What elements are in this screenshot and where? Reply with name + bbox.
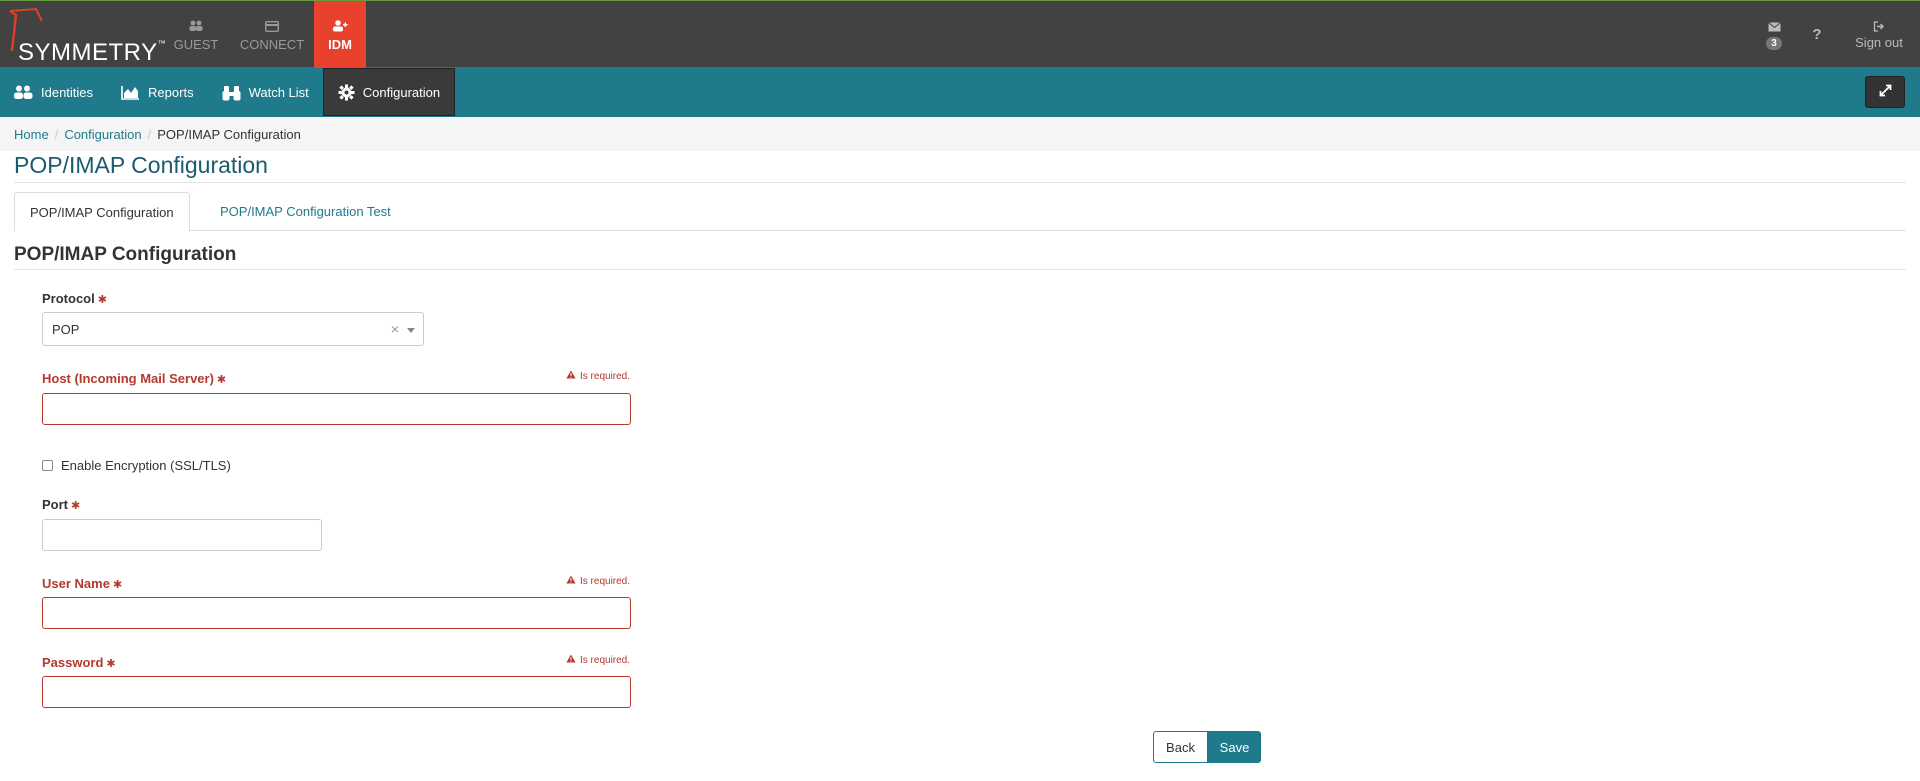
port-label: Port ✱ [42, 497, 81, 512]
section-title: POP/IMAP Configuration [14, 244, 237, 265]
tab-pop-imap-configuration-test[interactable]: POP/IMAP Configuration Test [205, 192, 406, 231]
encryption-option[interactable]: Enable Encryption (SSL/TLS) [42, 458, 231, 473]
top-right-menu: 3 ? Sign out [1752, 1, 1920, 68]
topnav-connect-label: CONNECT [239, 37, 305, 52]
protocol-selected-value: POP [52, 321, 80, 337]
warning-icon [566, 575, 576, 587]
host-error: Is required. [566, 370, 630, 382]
breadcrumb-separator: / [54, 126, 59, 142]
divider [14, 269, 1906, 270]
expand-icon [1879, 84, 1892, 100]
username-error: Is required. [566, 575, 630, 587]
breadcrumb-configuration[interactable]: Configuration [64, 127, 141, 142]
required-icon: ✱ [216, 374, 227, 386]
nav-configuration-label: Configuration [362, 84, 441, 100]
divider [14, 182, 1906, 183]
required-icon: ✱ [112, 579, 123, 591]
users-icon [189, 17, 203, 35]
port-input[interactable] [42, 519, 322, 551]
fullscreen-button[interactable] [1865, 76, 1905, 108]
nav-reports[interactable]: Reports [107, 68, 208, 117]
breadcrumb-current: POP/IMAP Configuration [157, 126, 301, 142]
tab-bar: POP/IMAP Configuration POP/IMAP Configur… [14, 192, 1906, 232]
required-icon: ✱ [106, 658, 116, 670]
required-icon: ✱ [71, 500, 81, 512]
top-nav: GUEST CONNECT IDM [162, 1, 366, 68]
protocol-select[interactable]: POP × [42, 312, 424, 346]
envelope-icon [1767, 20, 1781, 35]
required-icon: ✱ [97, 294, 107, 306]
messages-count-badge: 3 [1766, 36, 1782, 50]
encryption-checkbox[interactable] [42, 460, 53, 471]
topnav-guest-label: GUEST [173, 37, 219, 52]
username-input[interactable] [42, 597, 631, 629]
topnav-idm-label: IDM [328, 37, 352, 52]
warning-icon [566, 370, 576, 382]
back-button[interactable]: Back [1153, 731, 1208, 763]
password-error: Is required. [566, 654, 630, 666]
topnav-guest[interactable]: GUEST [162, 1, 230, 68]
symmetry-logo[interactable]: SYMMETRY™ [6, 5, 166, 66]
topnav-idm[interactable]: IDM [314, 1, 366, 68]
secondary-nav: Identities Reports Watch List Configurat… [0, 68, 1920, 117]
nav-identities-label: Identities [41, 85, 94, 100]
nav-identities[interactable]: Identities [0, 68, 107, 117]
encryption-label: Enable Encryption (SSL/TLS) [61, 458, 231, 473]
tab-pop-imap-configuration[interactable]: POP/IMAP Configuration [14, 192, 190, 232]
save-button[interactable]: Save [1208, 731, 1261, 763]
password-input[interactable] [42, 676, 631, 708]
nav-configuration[interactable]: Configuration [322, 68, 456, 116]
binoculars-icon [222, 85, 241, 101]
topnav-connect[interactable]: CONNECT [230, 1, 314, 68]
page-title: POP/IMAP Configuration [14, 152, 268, 178]
messages-button[interactable]: 3 [1752, 1, 1796, 68]
host-label: Host (Incoming Mail Server) ✱ [42, 371, 227, 386]
clear-icon[interactable]: × [391, 321, 399, 337]
protocol-label: Protocol ✱ [42, 291, 107, 306]
top-bar: SYMMETRY™ GUEST CONNECT IDM 3 ? Sign out [0, 0, 1920, 68]
area-chart-icon [121, 85, 140, 100]
help-icon: ? [1812, 26, 1822, 43]
breadcrumb: Home / Configuration / POP/IMAP Configur… [0, 117, 1920, 151]
host-input[interactable] [42, 393, 631, 425]
signout-button[interactable]: Sign out [1838, 1, 1920, 68]
nav-reports-label: Reports [148, 85, 194, 100]
nav-watch-list[interactable]: Watch List [208, 68, 323, 117]
breadcrumb-separator: / [147, 126, 152, 142]
users-icon [14, 85, 33, 100]
form-actions: Back Save [1153, 731, 1261, 763]
username-label: User Name ✱ [42, 576, 123, 591]
password-label: Password ✱ [42, 655, 116, 670]
breadcrumb-home[interactable]: Home [14, 127, 49, 142]
chevron-down-icon[interactable] [407, 328, 415, 333]
gear-icon [338, 84, 355, 101]
warning-icon [566, 654, 576, 666]
signout-icon [1873, 20, 1885, 35]
nav-watch-list-label: Watch List [248, 85, 309, 100]
signout-label: Sign out [1855, 34, 1903, 50]
card-icon [265, 17, 279, 35]
user-plus-icon [332, 17, 348, 35]
help-button[interactable]: ? [1796, 1, 1838, 68]
